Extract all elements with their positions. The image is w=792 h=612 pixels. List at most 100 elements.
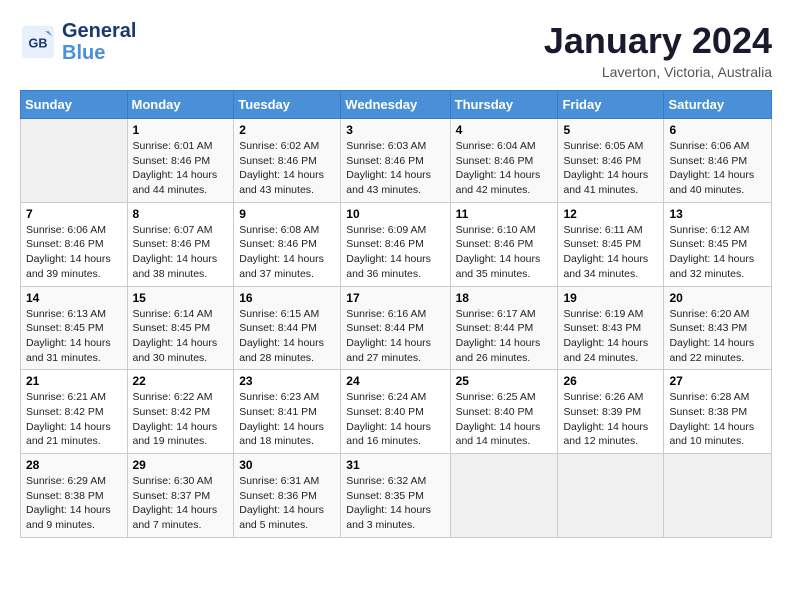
- logo: GB General Blue: [20, 20, 136, 64]
- weekday-header-wednesday: Wednesday: [341, 91, 450, 119]
- day-number: 2: [239, 123, 335, 137]
- logo-line1: General: [62, 20, 136, 42]
- cell-info: Sunrise: 6:11 AMSunset: 8:45 PMDaylight:…: [563, 223, 658, 282]
- calendar-cell: [21, 119, 128, 203]
- day-number: 26: [563, 374, 658, 388]
- calendar-week-row: 21 Sunrise: 6:21 AMSunset: 8:42 PMDayligh…: [21, 370, 772, 454]
- day-number: 17: [346, 291, 444, 305]
- calendar-cell: 9 Sunrise: 6:08 AMSunset: 8:46 PMDaylight…: [234, 202, 341, 286]
- logo-icon: GB: [20, 24, 56, 60]
- calendar-header-row: SundayMondayTuesdayWednesdayThursdayFrid…: [21, 91, 772, 119]
- weekday-header-saturday: Saturday: [664, 91, 772, 119]
- calendar-cell: 4 Sunrise: 6:04 AMSunset: 8:46 PMDaylight…: [450, 119, 558, 203]
- weekday-header-thursday: Thursday: [450, 91, 558, 119]
- cell-info: Sunrise: 6:08 AMSunset: 8:46 PMDaylight:…: [239, 223, 335, 282]
- calendar-cell: 1 Sunrise: 6:01 AMSunset: 8:46 PMDaylight…: [127, 119, 234, 203]
- day-number: 31: [346, 458, 444, 472]
- calendar-cell: 11 Sunrise: 6:10 AMSunset: 8:46 PMDayligh…: [450, 202, 558, 286]
- day-number: 6: [669, 123, 766, 137]
- calendar-cell: 3 Sunrise: 6:03 AMSunset: 8:46 PMDaylight…: [341, 119, 450, 203]
- calendar-cell: 27 Sunrise: 6:28 AMSunset: 8:38 PMDayligh…: [664, 370, 772, 454]
- calendar-week-row: 28Sunrise: 6:29 AMSunset: 8:38 PMDayligh…: [21, 454, 772, 538]
- day-number: 29: [133, 458, 229, 472]
- calendar-cell: 31 Sunrise: 6:32 AMSunset: 8:35 PMDayligh…: [341, 454, 450, 538]
- day-number: 9: [239, 207, 335, 221]
- day-number: 27: [669, 374, 766, 388]
- day-number: 28: [26, 458, 122, 472]
- day-number: 18: [456, 291, 553, 305]
- cell-info: Sunrise: 6:02 AMSunset: 8:46 PMDaylight:…: [239, 139, 335, 198]
- calendar-cell: 14Sunrise: 6:13 AMSunset: 8:45 PMDayligh…: [21, 286, 128, 370]
- cell-info: Sunrise: 6:19 AMSunset: 8:43 PMDaylight:…: [563, 307, 658, 366]
- calendar-cell: 18 Sunrise: 6:17 AMSunset: 8:44 PMDayligh…: [450, 286, 558, 370]
- calendar-cell: 30Sunrise: 6:31 AMSunset: 8:36 PMDayligh…: [234, 454, 341, 538]
- cell-info: Sunrise: 6:03 AMSunset: 8:46 PMDaylight:…: [346, 139, 444, 198]
- day-number: 13: [669, 207, 766, 221]
- cell-info: Sunrise: 6:16 AMSunset: 8:44 PMDaylight:…: [346, 307, 444, 366]
- cell-info: Sunrise: 6:32 AMSunset: 8:35 PMDaylight:…: [346, 474, 444, 533]
- day-number: 15: [133, 291, 229, 305]
- weekday-header-monday: Monday: [127, 91, 234, 119]
- day-number: 5: [563, 123, 658, 137]
- month-title: January 2024: [544, 20, 772, 62]
- calendar-cell: 23Sunrise: 6:23 AMSunset: 8:41 PMDayligh…: [234, 370, 341, 454]
- day-number: 25: [456, 374, 553, 388]
- calendar-cell: 17 Sunrise: 6:16 AMSunset: 8:44 PMDayligh…: [341, 286, 450, 370]
- day-number: 7: [26, 207, 122, 221]
- cell-info: Sunrise: 6:06 AMSunset: 8:46 PMDaylight:…: [26, 223, 122, 282]
- cell-info: Sunrise: 6:10 AMSunset: 8:46 PMDaylight:…: [456, 223, 553, 282]
- day-number: 16: [239, 291, 335, 305]
- calendar-cell: 12 Sunrise: 6:11 AMSunset: 8:45 PMDayligh…: [558, 202, 664, 286]
- calendar-cell: 24Sunrise: 6:24 AMSunset: 8:40 PMDayligh…: [341, 370, 450, 454]
- day-number: 1: [133, 123, 229, 137]
- day-number: 14: [26, 291, 122, 305]
- page-header: GB General Blue January 2024 Laverton, V…: [20, 20, 772, 80]
- weekday-header-sunday: Sunday: [21, 91, 128, 119]
- calendar-cell: 13 Sunrise: 6:12 AMSunset: 8:45 PMDayligh…: [664, 202, 772, 286]
- calendar-table: SundayMondayTuesdayWednesdayThursdayFrid…: [20, 90, 772, 538]
- day-number: 22: [133, 374, 229, 388]
- cell-info: Sunrise: 6:23 AMSunset: 8:41 PMDaylight:…: [239, 390, 335, 449]
- cell-info: Sunrise: 6:15 AMSunset: 8:44 PMDaylight:…: [239, 307, 335, 366]
- calendar-cell: 10Sunrise: 6:09 AMSunset: 8:46 PMDayligh…: [341, 202, 450, 286]
- cell-info: Sunrise: 6:30 AMSunset: 8:37 PMDaylight:…: [133, 474, 229, 533]
- day-number: 11: [456, 207, 553, 221]
- cell-info: Sunrise: 6:31 AMSunset: 8:36 PMDaylight:…: [239, 474, 335, 533]
- cell-info: Sunrise: 6:21 AMSunset: 8:42 PMDaylight:…: [26, 390, 122, 449]
- cell-info: Sunrise: 6:28 AMSunset: 8:38 PMDaylight:…: [669, 390, 766, 449]
- calendar-cell: 21 Sunrise: 6:21 AMSunset: 8:42 PMDayligh…: [21, 370, 128, 454]
- title-block: January 2024 Laverton, Victoria, Austral…: [544, 20, 772, 80]
- cell-info: Sunrise: 6:17 AMSunset: 8:44 PMDaylight:…: [456, 307, 553, 366]
- cell-info: Sunrise: 6:20 AMSunset: 8:43 PMDaylight:…: [669, 307, 766, 366]
- cell-info: Sunrise: 6:06 AMSunset: 8:46 PMDaylight:…: [669, 139, 766, 198]
- cell-info: Sunrise: 6:26 AMSunset: 8:39 PMDaylight:…: [563, 390, 658, 449]
- day-number: 21: [26, 374, 122, 388]
- calendar-cell: [664, 454, 772, 538]
- calendar-cell: 15 Sunrise: 6:14 AMSunset: 8:45 PMDayligh…: [127, 286, 234, 370]
- day-number: 20: [669, 291, 766, 305]
- calendar-cell: 29 Sunrise: 6:30 AMSunset: 8:37 PMDayligh…: [127, 454, 234, 538]
- calendar-cell: 6 Sunrise: 6:06 AMSunset: 8:46 PMDaylight…: [664, 119, 772, 203]
- day-number: 3: [346, 123, 444, 137]
- cell-info: Sunrise: 6:07 AMSunset: 8:46 PMDaylight:…: [133, 223, 229, 282]
- day-number: 12: [563, 207, 658, 221]
- calendar-cell: 16 Sunrise: 6:15 AMSunset: 8:44 PMDayligh…: [234, 286, 341, 370]
- cell-info: Sunrise: 6:24 AMSunset: 8:40 PMDaylight:…: [346, 390, 444, 449]
- day-number: 19: [563, 291, 658, 305]
- cell-info: Sunrise: 6:12 AMSunset: 8:45 PMDaylight:…: [669, 223, 766, 282]
- cell-info: Sunrise: 6:01 AMSunset: 8:46 PMDaylight:…: [133, 139, 229, 198]
- cell-info: Sunrise: 6:14 AMSunset: 8:45 PMDaylight:…: [133, 307, 229, 366]
- calendar-cell: 5 Sunrise: 6:05 AMSunset: 8:46 PMDaylight…: [558, 119, 664, 203]
- cell-info: Sunrise: 6:05 AMSunset: 8:46 PMDaylight:…: [563, 139, 658, 198]
- weekday-header-tuesday: Tuesday: [234, 91, 341, 119]
- cell-info: Sunrise: 6:04 AMSunset: 8:46 PMDaylight:…: [456, 139, 553, 198]
- day-number: 4: [456, 123, 553, 137]
- day-number: 8: [133, 207, 229, 221]
- calendar-cell: 28Sunrise: 6:29 AMSunset: 8:38 PMDayligh…: [21, 454, 128, 538]
- location: Laverton, Victoria, Australia: [544, 64, 772, 80]
- calendar-week-row: 7 Sunrise: 6:06 AMSunset: 8:46 PMDaylight…: [21, 202, 772, 286]
- weekday-header-friday: Friday: [558, 91, 664, 119]
- calendar-cell: 7 Sunrise: 6:06 AMSunset: 8:46 PMDaylight…: [21, 202, 128, 286]
- calendar-week-row: 1 Sunrise: 6:01 AMSunset: 8:46 PMDaylight…: [21, 119, 772, 203]
- svg-text:GB: GB: [29, 36, 48, 50]
